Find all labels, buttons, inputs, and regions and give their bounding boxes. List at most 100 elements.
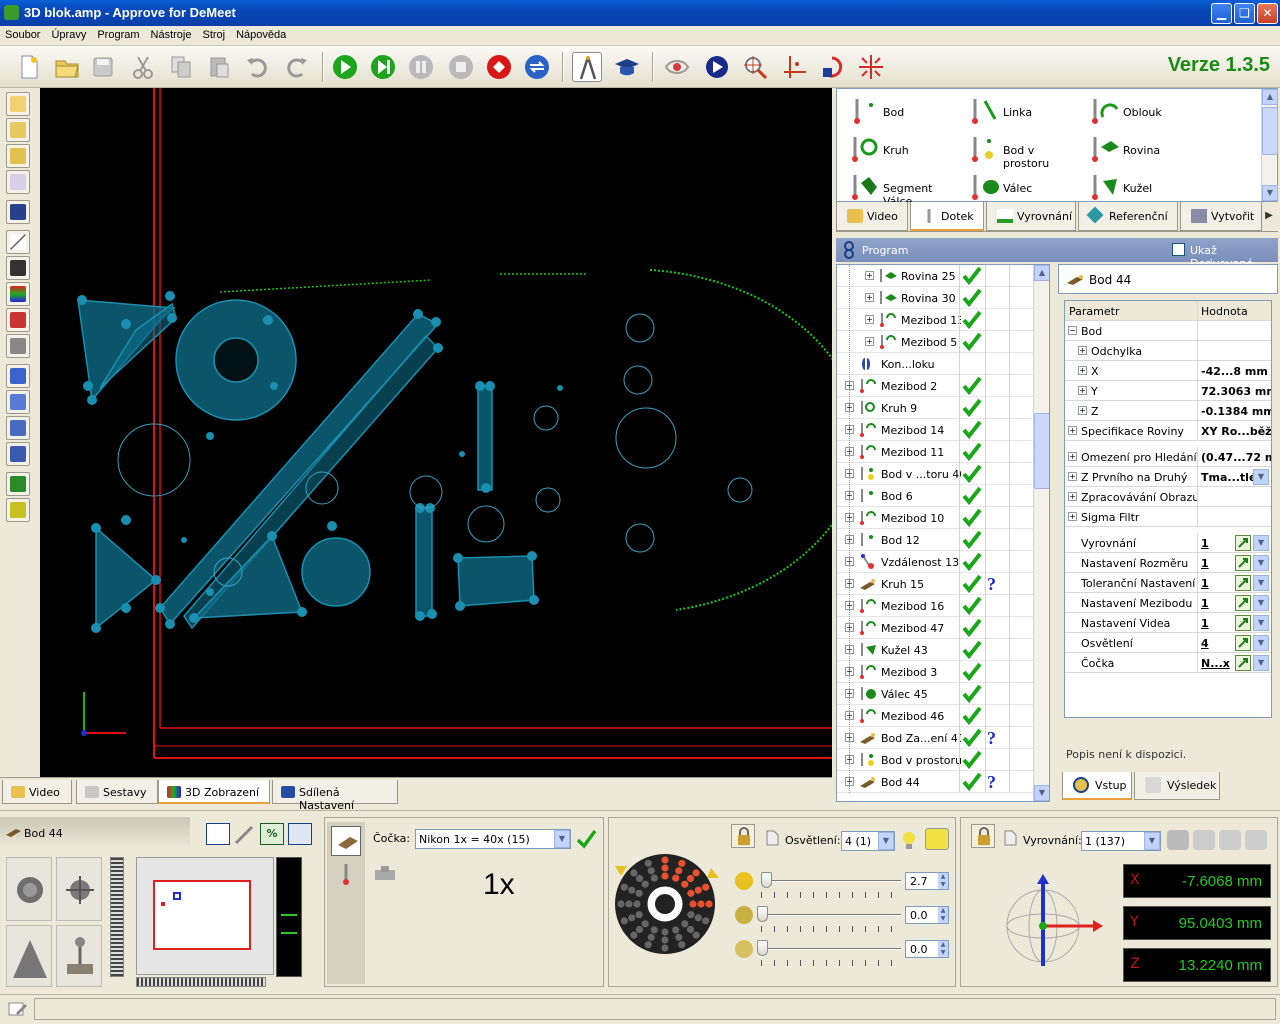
edit-setting-icon[interactable] <box>1235 555 1251 571</box>
lens-select[interactable]: Nikon 1x = 40x (15) ▼ <box>415 829 571 849</box>
run-icon[interactable] <box>330 52 360 82</box>
led-segment[interactable] <box>647 933 655 941</box>
expand-icon[interactable]: + <box>1068 512 1077 521</box>
tree-row[interactable]: + Kruh 15? <box>837 573 1033 595</box>
ftab-vyrovnani[interactable]: Vyrovnání <box>986 202 1076 231</box>
expand-icon[interactable]: + <box>1068 426 1077 435</box>
tree-row[interactable]: + Mezibod 14 <box>837 419 1033 441</box>
tree-row[interactable]: + Rovina 30 <box>837 287 1033 309</box>
feature-segment-valce[interactable]: Segment Válce <box>841 169 961 208</box>
expand-icon[interactable]: + <box>1078 406 1087 415</box>
alignment-select[interactable]: 1 (137) ▼ <box>1081 831 1161 851</box>
led-segment[interactable] <box>620 883 628 891</box>
tree-row[interactable]: + Mezibod 3 <box>837 661 1033 683</box>
chevron-down-icon[interactable]: ▼ <box>1144 832 1160 850</box>
target-icon[interactable] <box>702 52 732 82</box>
chevron-down-icon[interactable]: ▼ <box>554 830 570 848</box>
spin-arrows-icon[interactable]: ▲ ▼ <box>938 941 948 957</box>
property-row[interactable]: + Omezení pro Hledání (0.47...72 mm) <box>1065 447 1271 467</box>
chevron-down-icon[interactable]: ▼ <box>1253 655 1269 671</box>
menu-napoveda[interactable]: Nápověda <box>231 26 292 41</box>
tree-scroll-down-icon[interactable]: ▼ <box>1034 785 1049 801</box>
menu-upravy[interactable]: Úpravy <box>46 26 92 41</box>
setting-row[interactable]: Toleranční Nastavení 1 ▼ <box>1065 573 1271 593</box>
tree-row[interactable]: + Bod v ...toru 40 <box>837 463 1033 485</box>
chevron-down-icon[interactable]: ▼ <box>1253 555 1269 571</box>
led-segment[interactable] <box>675 867 683 875</box>
delete-tool-icon[interactable] <box>6 308 30 332</box>
program-tree[interactable]: + Rovina 25 + Rovina 30 + Mezibod 13 + Mezibod … <box>836 264 1050 802</box>
height-view-button[interactable] <box>6 925 52 987</box>
setting-value[interactable]: N...x <box>1201 657 1233 670</box>
run-step-icon[interactable] <box>368 52 398 82</box>
led-segment[interactable] <box>686 874 695 883</box>
scroll-up-icon[interactable]: ▲ <box>1262 89 1278 105</box>
led-segment[interactable] <box>650 874 658 882</box>
tree-row[interactable]: + Mezibod 2 <box>837 375 1033 397</box>
setting-value[interactable]: 1 <box>1201 537 1233 550</box>
setting-value[interactable]: 1 <box>1201 597 1233 610</box>
expand-icon[interactable]: + <box>865 337 874 346</box>
chevron-down-icon[interactable]: ▼ <box>878 832 894 850</box>
chevron-down-icon[interactable]: ▼ <box>1253 615 1269 631</box>
light-slider-knob[interactable] <box>757 940 768 956</box>
led-segment[interactable] <box>641 920 649 928</box>
property-row[interactable]: + Sigma Filtr <box>1065 507 1271 527</box>
tab-video[interactable]: Video <box>2 780 72 804</box>
expand-icon[interactable]: + <box>1068 492 1077 501</box>
cut-icon[interactable] <box>128 52 158 82</box>
led-segment[interactable] <box>675 933 683 941</box>
rotate-icon[interactable] <box>818 52 848 82</box>
led-segment[interactable] <box>672 926 680 934</box>
copy-icon[interactable] <box>166 52 196 82</box>
tree-scroll-up-icon[interactable]: ▲ <box>1034 265 1049 281</box>
tree-row[interactable]: + Mezibod 10 <box>837 507 1033 529</box>
feature-rovina[interactable]: Rovina <box>1081 131 1201 165</box>
tab-sestavy[interactable]: Sestavy <box>76 780 158 804</box>
led-segment[interactable] <box>661 936 669 944</box>
chevron-down-icon[interactable]: ▼ <box>1253 595 1269 611</box>
ring-light-diagram[interactable] <box>615 846 723 962</box>
led-segment[interactable] <box>689 900 697 908</box>
3d-viewport[interactable] <box>40 88 832 777</box>
led-segment[interactable] <box>694 914 702 922</box>
led-segment[interactable] <box>661 864 669 872</box>
led-segment[interactable] <box>694 886 702 894</box>
led-segment[interactable] <box>687 911 695 919</box>
chevron-down-icon[interactable]: ▼ <box>1253 575 1269 591</box>
setting-value[interactable]: 1 <box>1201 577 1233 590</box>
led-segment[interactable] <box>620 917 628 925</box>
stage-map[interactable] <box>136 857 274 975</box>
feature-linka[interactable]: Linka <box>961 93 1081 127</box>
auto-light-icon[interactable] <box>925 828 949 850</box>
tree-row[interactable]: + Mezibod 46 <box>837 705 1033 727</box>
led-segment[interactable] <box>697 900 705 908</box>
tree-row[interactable]: + Bod 6 <box>837 485 1033 507</box>
led-segment[interactable] <box>661 944 669 952</box>
led-segment[interactable] <box>692 931 700 939</box>
tolerance-button-icon[interactable]: % <box>260 823 284 845</box>
measure-tool-2-icon[interactable] <box>6 118 30 142</box>
led-segment[interactable] <box>661 872 669 880</box>
menu-stroj[interactable]: Stroj <box>197 26 231 41</box>
led-segment[interactable] <box>635 874 644 883</box>
paste-icon[interactable] <box>204 52 234 82</box>
settings-button-icon[interactable] <box>288 823 312 845</box>
zoom-icon[interactable] <box>740 52 770 82</box>
chevron-down-icon[interactable]: ▼ <box>1253 469 1269 485</box>
property-row[interactable]: − Bod <box>1065 321 1271 341</box>
repeat-icon[interactable] <box>522 52 552 82</box>
menu-nastroje[interactable]: Nástroje <box>146 26 198 41</box>
setting-value[interactable]: 1 <box>1201 617 1233 630</box>
setting-row[interactable]: Čočka N...x ▼ <box>1065 653 1271 673</box>
expand-icon[interactable]: + <box>865 315 874 324</box>
tree-row[interactable]: +Bod v prostoru 4 <box>837 749 1033 771</box>
scroll-thumb[interactable] <box>1262 107 1278 155</box>
ftab-dotek[interactable]: Dotek <box>910 202 984 231</box>
tree-row[interactable]: + Bod 44? <box>837 771 1033 793</box>
check-icon[interactable] <box>575 828 597 850</box>
pause-icon[interactable] <box>406 52 436 82</box>
expand-icon[interactable]: + <box>1068 452 1077 461</box>
led-segment[interactable] <box>644 941 652 949</box>
3d-scene[interactable] <box>40 88 832 777</box>
